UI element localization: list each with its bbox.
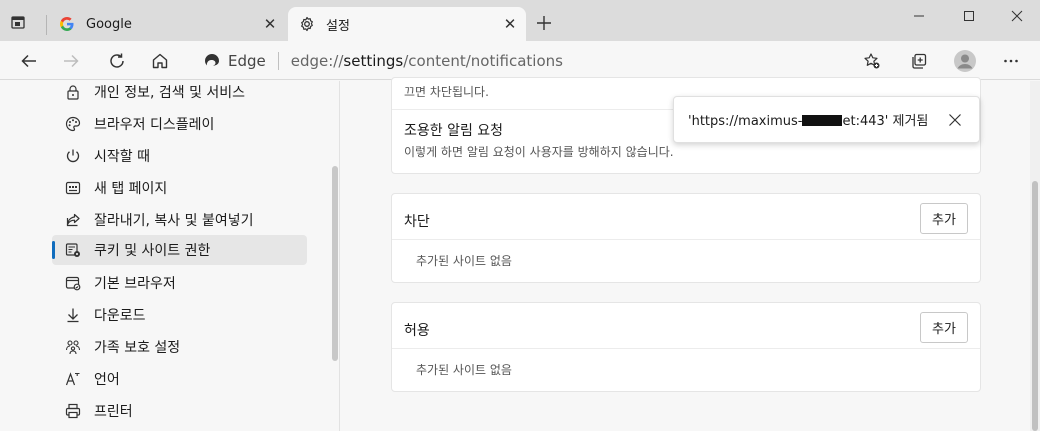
address-url[interactable]: edge://settings/content/notifications	[291, 52, 563, 70]
sidebar-item-label: 개인 정보, 검색 및 서비스	[94, 85, 246, 101]
sidebar-item-downloads[interactable]: 다운로드	[52, 300, 307, 330]
sidebar-item-label: 새 탭 페이지	[94, 181, 168, 197]
minimize-button[interactable]	[896, 4, 942, 28]
close-icon[interactable]	[945, 110, 965, 130]
removed-toast: 'https://maximus-et:443' 제거됨	[673, 96, 980, 143]
collections-button[interactable]	[906, 48, 932, 74]
palette-icon	[64, 115, 82, 133]
tab-actions-icon[interactable]	[8, 12, 28, 32]
url-host: settings	[343, 52, 404, 70]
tab-title: 설정	[326, 18, 350, 34]
toast-message-start: 'https://maximus-	[688, 114, 803, 129]
address-bar[interactable]: Edge edge://settings/content/notificatio…	[190, 46, 892, 76]
allow-add-button[interactable]: 추가	[920, 312, 968, 343]
sidebar-item-label: 기본 브라우저	[94, 276, 176, 292]
sidebar-item-label: 다운로드	[94, 308, 146, 324]
family-icon	[64, 338, 82, 356]
close-icon[interactable]: ✕	[260, 14, 280, 34]
back-button[interactable]	[16, 48, 42, 74]
settings-content: 끄면 차단됩니다. 조용한 알림 요청 이렇게 하면 알림 요청이 사용자를 방…	[341, 77, 1040, 431]
maximize-button[interactable]	[946, 4, 992, 28]
allow-empty-message: 추가된 사이트 없음	[416, 363, 512, 377]
profile-avatar[interactable]	[952, 48, 978, 74]
sidebar-item-label: 쿠키 및 사이트 권한	[94, 243, 211, 259]
sidebar-scrollbar[interactable]	[332, 166, 338, 361]
sidebar-item-label: 브라우저 디스플레이	[94, 117, 215, 133]
sidebar-item-label: 프린터	[94, 404, 133, 420]
edge-icon	[202, 51, 222, 71]
block-section: 차단 추가 추가된 사이트 없음	[391, 193, 981, 283]
new-tab-button[interactable]	[534, 13, 554, 33]
google-icon	[58, 15, 76, 33]
newtab-page-icon	[64, 179, 82, 197]
block-empty-message: 추가된 사이트 없음	[416, 254, 512, 268]
block-section-title: 차단	[404, 214, 430, 230]
cookie-permissions-icon	[64, 241, 82, 259]
sidebar-item-label: 언어	[94, 372, 120, 388]
content-scrollbar[interactable]	[1032, 181, 1038, 431]
tab-bar: Google ✕ 설정 ✕	[0, 0, 1040, 41]
sidebar-item-label: 시작할 때	[94, 149, 150, 165]
sidebar-item-family-safety[interactable]: 가족 보호 설정	[52, 332, 307, 362]
lock-icon	[64, 83, 82, 101]
address-divider	[277, 52, 279, 70]
settings-sidebar: 개인 정보, 검색 및 서비스 브라우저 디스플레이 시작할 때 새 탭 페이지…	[0, 81, 340, 431]
tab-separator	[46, 15, 47, 35]
sidebar-item-languages[interactable]: 언어	[52, 364, 307, 394]
share-icon	[64, 211, 82, 229]
language-icon	[64, 370, 82, 388]
default-browser-icon	[64, 274, 82, 292]
download-icon	[64, 306, 82, 324]
power-icon	[64, 147, 82, 165]
gear-icon	[298, 15, 316, 33]
sidebar-item-share-copy-paste[interactable]: 잘라내기, 복사 및 붙여넣기	[52, 205, 307, 235]
ask-before-sending-desc: 끄면 차단됩니다.	[404, 85, 489, 99]
printer-icon	[64, 402, 82, 420]
add-favorite-icon[interactable]	[862, 51, 882, 71]
sidebar-item-appearance[interactable]: 브라우저 디스플레이	[52, 109, 307, 139]
home-button[interactable]	[147, 48, 173, 74]
quiet-requests-title: 조용한 알림 요청	[404, 123, 504, 139]
address-brand: Edge	[228, 52, 266, 70]
allow-section: 허용 추가 추가된 사이트 없음	[391, 302, 981, 392]
toast-message-end: et:443' 제거됨	[842, 114, 929, 129]
allow-section-title: 허용	[404, 323, 430, 339]
quiet-requests-desc: 이렇게 하면 알림 요청이 사용자를 방해하지 않습니다.	[404, 145, 674, 159]
sidebar-item-startup[interactable]: 시작할 때	[52, 141, 307, 171]
forward-button[interactable]	[58, 48, 84, 74]
sidebar-item-default-browser[interactable]: 기본 브라우저	[52, 268, 307, 298]
block-add-button[interactable]: 추가	[920, 203, 968, 234]
sidebar-item-newtab[interactable]: 새 탭 페이지	[52, 173, 307, 203]
sidebar-item-cookies-permissions[interactable]: 쿠키 및 사이트 권한	[52, 235, 307, 265]
divider	[392, 348, 980, 349]
close-icon[interactable]: ✕	[500, 14, 520, 34]
redacted-block	[802, 115, 843, 126]
window-close-button[interactable]	[994, 4, 1040, 28]
url-prefix: edge://	[290, 52, 344, 70]
tab-google[interactable]: Google ✕	[48, 7, 286, 41]
url-path: /content/notifications	[403, 52, 563, 70]
sidebar-item-label: 가족 보호 설정	[94, 340, 181, 356]
more-menu-icon[interactable]	[998, 48, 1024, 74]
toolbar: Edge edge://settings/content/notificatio…	[0, 41, 1040, 80]
sidebar-item-printers[interactable]: 프린터	[52, 396, 307, 426]
toast-message: 'https://maximus-et:443' 제거됨	[688, 110, 945, 129]
sidebar-item-label: 잘라내기, 복사 및 붙여넣기	[94, 213, 254, 229]
refresh-button[interactable]	[104, 48, 130, 74]
divider	[392, 239, 980, 240]
sidebar-item-privacy[interactable]: 개인 정보, 검색 및 서비스	[52, 77, 307, 107]
tab-settings[interactable]: 설정 ✕	[288, 7, 526, 41]
tab-title: Google	[86, 16, 132, 32]
